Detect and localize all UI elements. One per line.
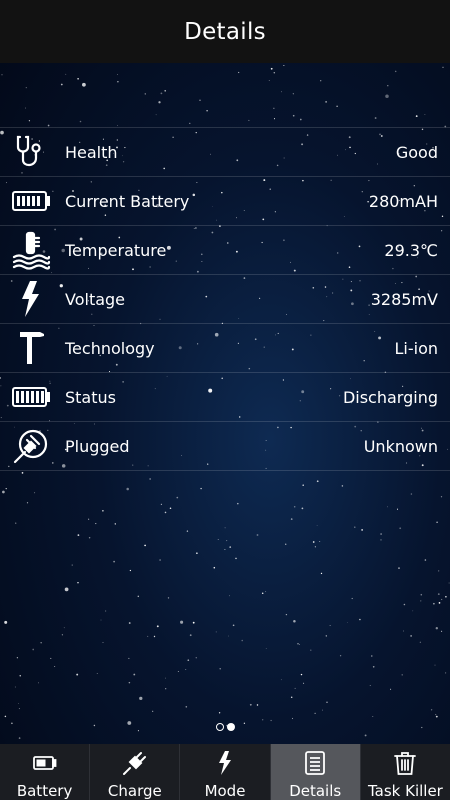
page-title: Details [184, 18, 266, 45]
detail-label: Status [65, 387, 116, 407]
trash-tab-icon [392, 750, 418, 780]
top-app-bar: Details [0, 0, 450, 63]
tab-task-killer[interactable]: Task Killer [361, 744, 450, 800]
page-dot[interactable] [215, 723, 224, 731]
detail-value: 29.3℃ [384, 240, 438, 260]
detail-label: Plugged [65, 436, 130, 456]
detail-label: Voltage [65, 289, 126, 309]
tab-label: Mode [204, 782, 246, 800]
detail-row-temperature: Temperature 29.3℃ [0, 226, 450, 275]
battery-icon [11, 181, 51, 221]
detail-row-status: Status Discharging [0, 373, 450, 422]
bottom-tab-bar: Battery Charge Mode Details Task Killer [0, 744, 450, 800]
tab-label: Battery [16, 782, 73, 800]
plug-tab-icon [122, 750, 148, 780]
detail-row-technology: Technology Li-ion [0, 324, 450, 373]
detail-value: Li-ion [394, 338, 438, 358]
battery-full-icon [11, 377, 51, 417]
lightning-icon [11, 279, 51, 319]
tab-charge[interactable]: Charge [90, 744, 181, 800]
detail-row-health: Health Good [0, 128, 450, 177]
hammer-icon [11, 328, 51, 368]
detail-label: Health [65, 142, 118, 162]
tab-mode[interactable]: Mode [180, 744, 271, 800]
detail-label: Technology [65, 338, 155, 358]
detail-row-current-battery: Current Battery 280mAH [0, 177, 450, 226]
document-tab-icon [302, 750, 328, 780]
stethoscope-icon [11, 132, 51, 172]
detail-value: Good [395, 142, 438, 162]
thermometer-icon [11, 230, 51, 270]
plug-icon [11, 426, 51, 466]
detail-value: Unknown [363, 436, 438, 456]
detail-row-plugged: Plugged Unknown [0, 422, 450, 471]
lightning-tab-icon [212, 750, 238, 780]
detail-value: Discharging [342, 387, 438, 407]
detail-value: 280mAH [368, 191, 438, 211]
tab-battery[interactable]: Battery [0, 744, 91, 800]
details-list: Health Good Current Battery 280mAH Tempe… [0, 127, 450, 471]
detail-label: Temperature [65, 240, 167, 260]
tab-details[interactable]: Details [270, 744, 361, 800]
tab-label: Task Killer [367, 782, 443, 800]
detail-row-voltage: Voltage 3285mV [0, 275, 450, 324]
detail-value: 3285mV [370, 289, 438, 309]
detail-label: Current Battery [65, 191, 190, 211]
battery-tab-icon [32, 750, 58, 780]
page-indicator [0, 723, 450, 731]
tab-label: Details [289, 782, 342, 800]
page-dot-active[interactable] [226, 723, 235, 731]
tab-label: Charge [107, 782, 162, 800]
